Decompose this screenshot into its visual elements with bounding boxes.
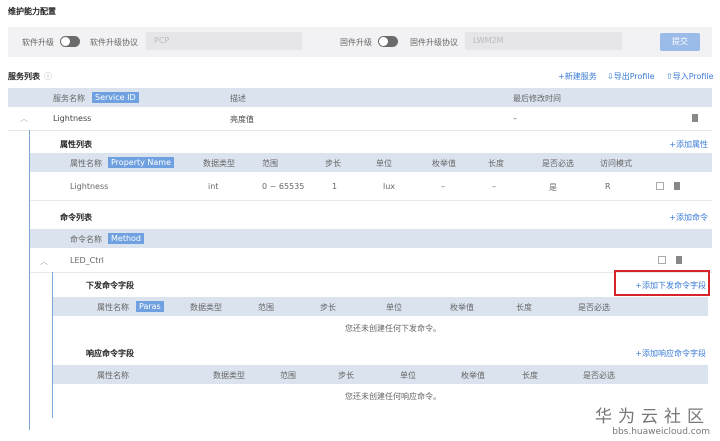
firmware-protocol-input[interactable]: LWM2M (465, 32, 622, 50)
table-cell: 0 ~ 65535 (262, 182, 305, 191)
table-cell: 单位 (386, 303, 402, 312)
table-cell: 单位 (400, 371, 416, 380)
submit-button[interactable]: 提交 (660, 33, 700, 51)
highlight-box (614, 270, 710, 296)
software-upgrade-toggle[interactable] (60, 36, 80, 47)
table-cell: 单位 (376, 159, 392, 168)
firmware-upgrade-toggle[interactable] (378, 36, 398, 47)
table-cell: 步长 (320, 303, 336, 312)
table-cell: R (605, 182, 611, 191)
table-cell: 长度 (522, 371, 538, 380)
firmware-upgrade-label: 固件升级 (340, 38, 372, 47)
software-protocol-label: 软件升级协议 (90, 38, 138, 47)
trash-icon[interactable] (692, 114, 698, 122)
method-tag: Method (108, 233, 145, 244)
table-cell: 枚举值 (450, 303, 474, 312)
table-cell: 数据类型 (190, 303, 222, 312)
property-list-title: 属性列表 (60, 140, 92, 149)
table-cell: 范围 (262, 159, 278, 168)
table-cell: 是否必选 (578, 303, 610, 312)
table-cell: 步长 (325, 159, 341, 168)
service-desc: 亮度值 (230, 115, 254, 124)
page-title: 维护能力配置 (8, 7, 56, 16)
add-command-button[interactable]: +添加命令 (669, 212, 708, 223)
edit-icon[interactable] (658, 256, 666, 264)
chevron-up-icon[interactable]: ︿ (20, 113, 28, 124)
table-cell: 长度 (516, 303, 532, 312)
inner-border (52, 272, 53, 418)
table-cell: 属性名称 (70, 159, 102, 168)
downlink-fields-title: 下发命令字段 (86, 281, 134, 290)
command-name: LED_Ctrl (70, 256, 104, 265)
table-cell: 数据类型 (203, 159, 235, 168)
add-response-field-button[interactable]: +添加响应命令字段 (635, 348, 706, 359)
table-cell: 枚举值 (432, 159, 456, 168)
service-modified: – (513, 114, 517, 123)
new-service-button[interactable]: +新建服务 (558, 71, 597, 82)
downlink-empty-message: 您还未创建任何下发命令。 (345, 324, 441, 333)
table-cell: int (208, 182, 219, 191)
software-protocol-input[interactable]: PCP (146, 32, 302, 50)
table-cell: 1 (332, 182, 338, 191)
export-profile-button[interactable]: ⇩导出Profile (607, 71, 655, 82)
table-cell: 属性名称 (97, 371, 129, 380)
table-cell: 数据类型 (213, 371, 245, 380)
table-cell: 范围 (280, 371, 296, 380)
table-cell: 步长 (338, 371, 354, 380)
service-name: Lightness (53, 114, 92, 123)
col-description: 描述 (230, 94, 246, 103)
nested-border (29, 130, 30, 430)
software-upgrade-label: 软件升级 (22, 38, 54, 47)
table-cell: 属性名称 (97, 303, 129, 312)
col-service-name: 服务名称 (53, 94, 85, 103)
service-list-title: 服务列表 (8, 72, 40, 81)
table-cell: 是 (549, 183, 557, 192)
add-property-button[interactable]: +添加属性 (669, 139, 708, 150)
edit-icon[interactable] (656, 182, 664, 190)
table-cell: 长度 (488, 159, 504, 168)
trash-icon[interactable] (676, 256, 682, 264)
table-cell: 范围 (258, 303, 274, 312)
response-fields-title: 响应命令字段 (86, 349, 134, 358)
command-list-title: 命令列表 (60, 213, 92, 222)
table-cell: 枚举值 (461, 371, 485, 380)
col-modified: 最后修改时间 (513, 94, 561, 103)
table-cell: Property Name (108, 157, 174, 168)
col-command-name: 命令名称 (70, 235, 102, 244)
table-cell: Lightness (70, 182, 109, 191)
watermark: 华为云社区 bbs.huaweicloud.com (595, 407, 710, 437)
table-cell: 是否必选 (542, 159, 574, 168)
table-cell: 是否必选 (583, 371, 615, 380)
chevron-up-icon[interactable]: ︿ (40, 256, 48, 267)
help-icon[interactable]: ⓘ (44, 71, 52, 82)
firmware-protocol-label: 固件升级协议 (410, 38, 458, 47)
table-cell: – (441, 182, 445, 191)
response-empty-message: 您还未创建任何响应命令。 (345, 392, 441, 401)
import-profile-button[interactable]: ⇧导入Profile (666, 71, 714, 82)
table-cell: Paras (136, 301, 164, 312)
table-cell: – (492, 182, 496, 191)
table-cell: lux (383, 182, 396, 191)
table-cell: 访问模式 (600, 159, 632, 168)
service-id-tag: Service ID (92, 92, 139, 103)
trash-icon[interactable] (674, 182, 680, 190)
